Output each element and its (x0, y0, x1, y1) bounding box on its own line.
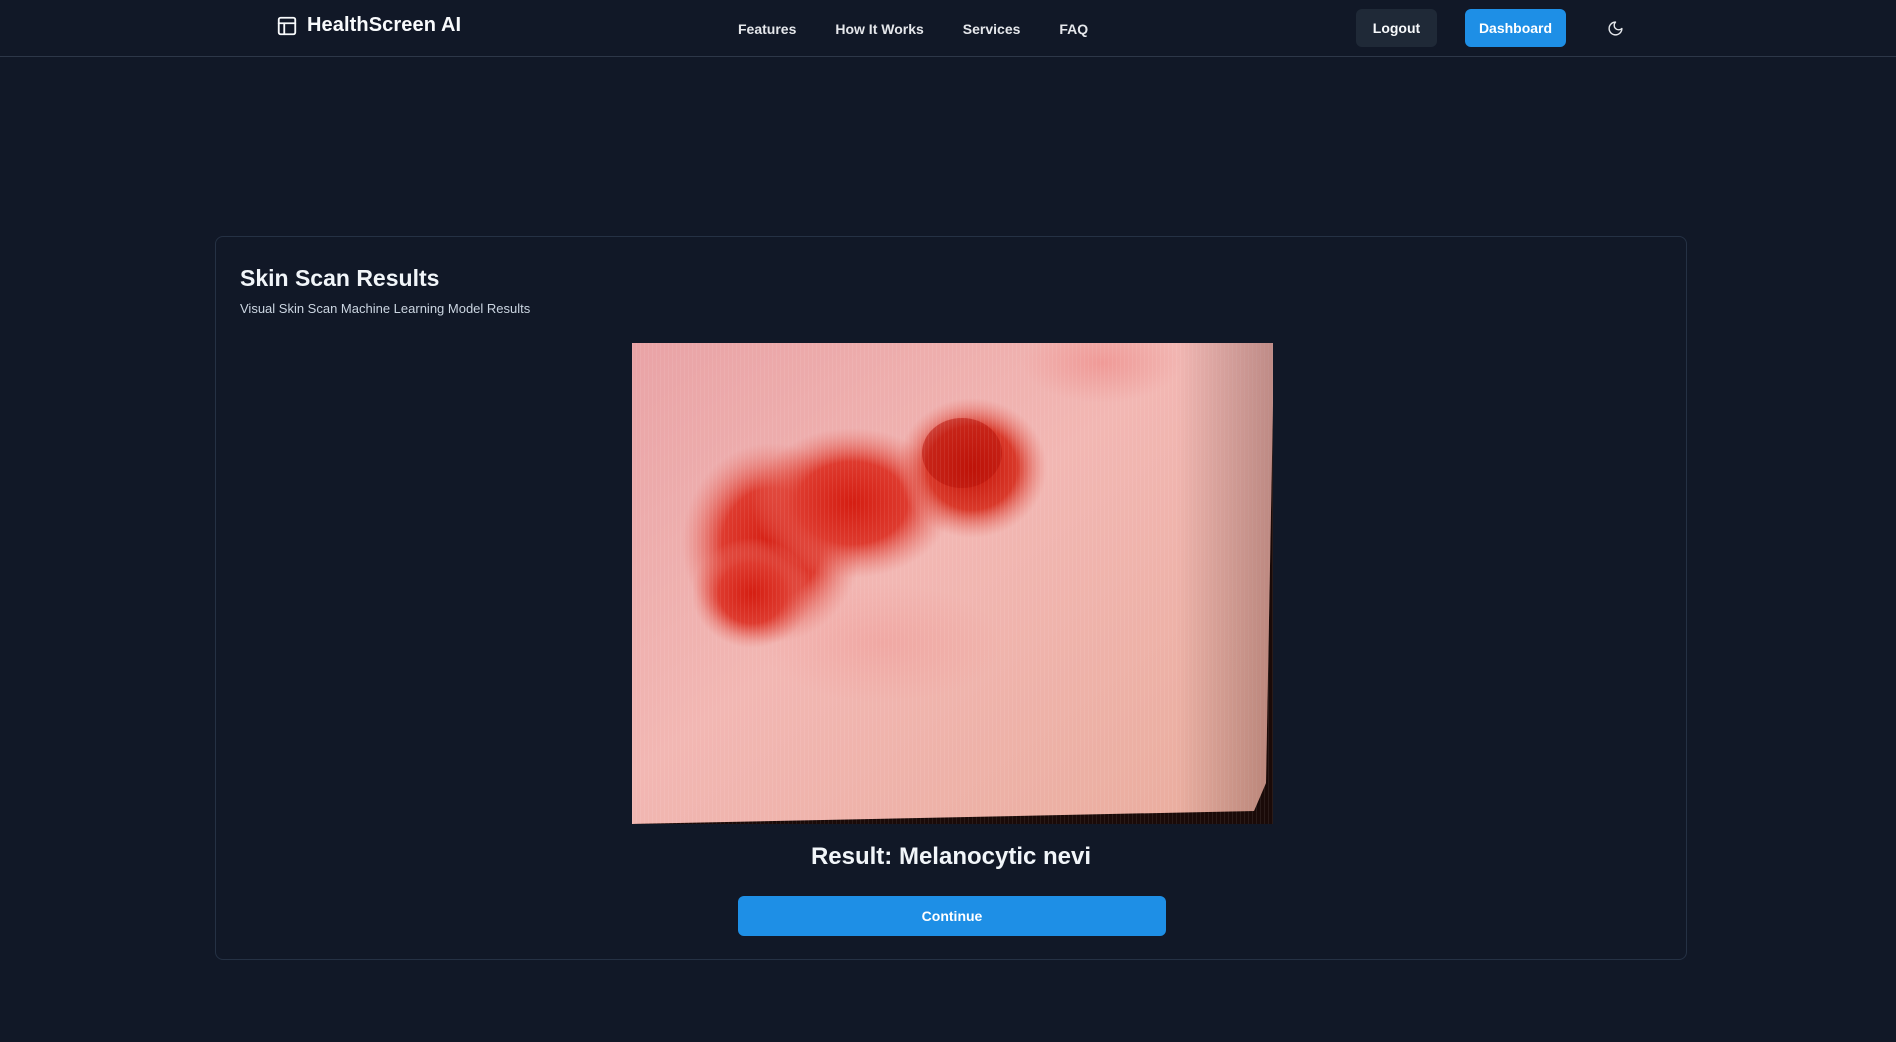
scan-result-text: Result: Melanocytic nevi (810, 843, 1092, 870)
main-nav: Features How It Works Services FAQ (738, 0, 1088, 57)
nav-link-how-it-works[interactable]: How It Works (835, 21, 923, 37)
continue-button[interactable]: Continue (738, 896, 1166, 936)
nav-link-faq[interactable]: FAQ (1059, 21, 1088, 37)
moon-icon (1607, 20, 1623, 36)
scan-results-card: Skin Scan Results Visual Skin Scan Machi… (215, 236, 1687, 960)
nav-link-services[interactable]: Services (963, 21, 1021, 37)
layout-panel-icon (277, 16, 297, 35)
brand-name: HealthScreen AI (307, 14, 462, 36)
brand-logo-link[interactable]: HealthScreen AI (276, 14, 461, 37)
skin-scan-image (632, 343, 1273, 824)
nav-link-features[interactable]: Features (738, 21, 796, 37)
dashboard-button[interactable]: Dashboard (1465, 9, 1566, 47)
theme-toggle-button[interactable] (1604, 17, 1626, 39)
page-subtitle: Visual Skin Scan Machine Learning Model … (240, 301, 531, 316)
logout-button[interactable]: Logout (1356, 9, 1437, 47)
top-navbar: HealthScreen AI Features How It Works Se… (0, 0, 1896, 57)
page-title: Skin Scan Results (240, 265, 440, 291)
